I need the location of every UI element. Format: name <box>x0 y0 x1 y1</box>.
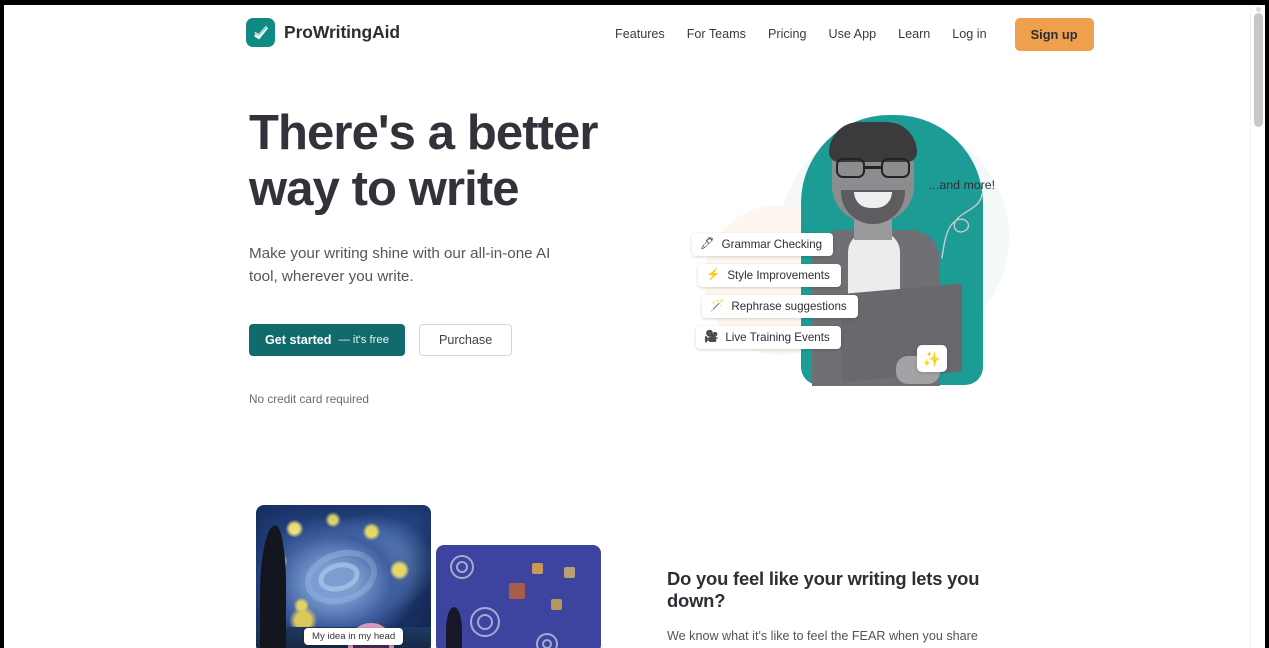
feature-chip-rephrase-suggestions: 🪄 Rephrase suggestions <box>702 295 858 318</box>
idea-in-my-head-label: My idea in my head <box>304 628 404 645</box>
hero-title-line-1: There's a better <box>249 106 598 160</box>
no-credit-card-note: No credit card required <box>249 392 369 406</box>
feature-chip-label: Grammar Checking <box>721 238 823 251</box>
feature-chip-list: 🖊 Grammar Checking ⚡ Style Improvements … <box>692 233 858 349</box>
get-started-button[interactable]: Get started — it's free <box>249 324 405 356</box>
callout-curl-line <box>941 193 983 259</box>
hero-cta-group: Get started — it's free Purchase <box>249 324 629 356</box>
sign-up-button[interactable]: Sign up <box>1014 17 1094 51</box>
brand-name: ProWritingAid <box>284 22 401 42</box>
get-started-sublabel: — it's free <box>338 334 390 346</box>
drawing-star <box>564 567 575 578</box>
feature-chip-label: Style Improvements <box>727 269 830 282</box>
nav-item-features[interactable]: Features <box>604 17 676 51</box>
scrollbar-marker <box>1256 7 1261 12</box>
page-canvas: ProWritingAid Features For Teams Pricing… <box>4 5 1250 648</box>
simple-drawing-card <box>436 545 601 648</box>
page-scrollbar[interactable] <box>1250 5 1265 648</box>
drawing-star <box>532 563 543 574</box>
starry-night-painting: My idea in my head <box>256 505 431 648</box>
section-title: Do you feel like your writing lets you d… <box>667 568 980 611</box>
drawing-star <box>509 583 525 599</box>
painting-cypress-tree <box>260 525 286 648</box>
prowritingaid-checkmark-icon <box>246 18 275 47</box>
nav-item-log-in[interactable]: Log in <box>941 17 997 51</box>
nav-item-pricing[interactable]: Pricing <box>757 17 818 51</box>
drawing-star <box>551 599 562 610</box>
hero-subtitle: Make your writing shine with our all-in-… <box>249 245 551 285</box>
purchase-button[interactable]: Purchase <box>419 324 513 356</box>
writing-comparison-illustration: My idea in my head <box>256 505 601 648</box>
drawing-spiral <box>477 614 493 630</box>
person-hair <box>829 122 917 162</box>
drawing-cypress-tree <box>446 607 462 648</box>
hero-section: There's a better way to write Make your … <box>249 105 629 406</box>
get-started-label: Get started <box>265 333 332 347</box>
brand-logo[interactable]: ProWritingAid <box>246 18 400 47</box>
nav-item-learn[interactable]: Learn <box>887 17 941 51</box>
hero-illustration: ...and more! ✨ 🖊 Grammar Checking ⚡ Styl… <box>664 100 1034 400</box>
drawing-spiral <box>456 561 468 573</box>
pen-icon: 🖊 <box>700 237 715 250</box>
drawing-spiral <box>542 639 552 648</box>
scrollbar-thumb[interactable] <box>1254 13 1263 127</box>
feature-chip-grammar-checking: 🖊 Grammar Checking <box>692 233 834 256</box>
nav-item-use-app[interactable]: Use App <box>817 17 887 51</box>
feature-chip-label: Live Training Events <box>725 331 830 344</box>
magic-wand-icon: 🪄 <box>710 299 725 312</box>
hero-title: There's a better way to write <box>249 105 629 217</box>
browser-viewport: ProWritingAid Features For Teams Pricing… <box>4 5 1265 648</box>
lightning-icon: ⚡ <box>706 268 721 281</box>
video-camera-icon: 🎥 <box>704 330 719 343</box>
feature-chip-style-improvements: ⚡ Style Improvements <box>698 264 841 287</box>
feature-chip-label: Rephrase suggestions <box>731 300 847 313</box>
and-more-callout: ...and more! <box>929 178 996 192</box>
nav-item-for-teams[interactable]: For Teams <box>676 17 757 51</box>
eyeglasses-icon <box>836 158 910 178</box>
hero-title-line-2: way to write <box>249 162 520 216</box>
main-navigation: Features For Teams Pricing Use App Learn… <box>604 17 1094 51</box>
writing-lets-you-down-section: Do you feel like your writing lets you d… <box>667 568 1017 648</box>
sparkles-icon: ✨ <box>917 345 947 372</box>
section-body: We know what it's like to feel the FEAR … <box>667 629 978 643</box>
site-header: ProWritingAid Features For Teams Pricing… <box>4 5 1250 62</box>
feature-chip-live-training-events: 🎥 Live Training Events <box>696 326 841 349</box>
